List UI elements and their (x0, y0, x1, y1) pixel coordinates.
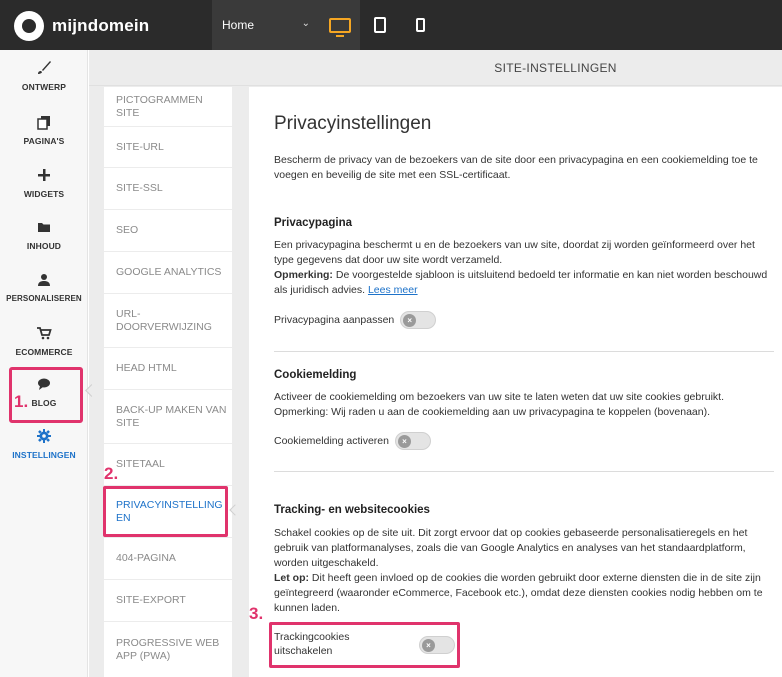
settings-menu-item[interactable]: PROGRESSIVE WEB APP (PWA) (104, 622, 232, 677)
pages-icon (0, 114, 88, 132)
plus-icon (0, 167, 88, 185)
settings-menu-item[interactable]: SITE-SSL (104, 168, 232, 210)
logo[interactable]: mijndomein (14, 11, 149, 41)
privacy-note: De voorgestelde sjabloon is uitsluitend … (274, 269, 768, 296)
user-icon (0, 272, 88, 290)
settings-title: SITE-INSTELLINGEN (494, 61, 617, 75)
tracking-cookies-toggle[interactable]: × (419, 636, 455, 654)
privacy-toggle-row: Privacypagina aanpassen × (274, 311, 437, 329)
sidebar-item-label: PERSONALISEREN (6, 294, 82, 303)
tracking-heading: Tracking- en websitecookies (274, 504, 430, 516)
settings-menu-item[interactable]: 404-PAGINA (104, 538, 232, 580)
intro-text: Bescherm de privacy van de bezoekers van… (274, 154, 758, 181)
brush-icon (0, 60, 88, 78)
tracking-note: Dit heeft geen invloed op de cookies die… (274, 572, 763, 614)
cookie-description: Activeer de cookiemelding om bezoekers v… (274, 391, 724, 403)
privacy-heading: Privacypagina (274, 217, 352, 229)
close-icon: × (403, 314, 417, 327)
close-icon: × (422, 639, 435, 652)
cookie-toggle-label: Cookiemelding activeren (274, 435, 389, 447)
cookie-note: Opmerking: Wij raden u aan de cookiemeld… (274, 406, 711, 418)
settings-menu-item[interactable]: SITE-EXPORT (104, 580, 232, 622)
desktop-view-button[interactable] (320, 0, 360, 50)
settings-menu-item[interactable]: SITE-URL (104, 127, 232, 168)
privacy-toggle-label: Privacypagina aanpassen (274, 314, 395, 326)
privacy-note-label: Opmerking: (274, 269, 333, 281)
settings-menu-item[interactable]: BACK-UP MAKEN VAN SITE (104, 390, 232, 444)
tablet-view-button[interactable] (360, 0, 400, 50)
sidebar-item-inhoud[interactable]: INHOUD (0, 211, 88, 263)
privacy-description: Een privacypagina beschermt u en de bezo… (274, 239, 755, 266)
settings-menu: PICTOGRAMMEN SITE SITE-URL SITE-SSL SEO … (104, 87, 232, 677)
settings-menu-item[interactable]: GOOGLE ANALYTICS (104, 252, 232, 294)
sidebar-item-ontwerp[interactable]: ONTWERP (0, 52, 88, 104)
cookie-heading: Cookiemelding (274, 369, 357, 381)
cookie-notice-toggle[interactable]: × (394, 432, 431, 450)
tracking-note-label: Let op: (274, 572, 309, 584)
tracking-toggle-label: Trackingcookies uitschakelen (274, 631, 350, 657)
logo-icon (14, 11, 44, 41)
read-more-link[interactable]: Lees meer (368, 284, 418, 296)
tracking-text: Schakel cookies op de site uit. Dit zorg… (274, 526, 769, 616)
page-select[interactable]: Home ⌄ (212, 0, 320, 50)
settings-menu-item[interactable]: PICTOGRAMMEN SITE (104, 87, 232, 127)
privacy-page-toggle[interactable]: × (400, 311, 437, 329)
settings-menu-item[interactable]: HEAD HTML (104, 348, 232, 390)
sidebar-item-label: INHOUD (26, 241, 62, 251)
sidebar-item-widgets[interactable]: WIDGETS (0, 159, 88, 211)
sidebar-item-label: ONTWERP (21, 82, 67, 92)
highlight-box-privacy (103, 486, 228, 537)
step-number-2: 2. (104, 464, 119, 483)
page-select-value: Home (222, 18, 255, 32)
sidebar-item-label: PAGINA'S (23, 136, 65, 146)
settings-menu-item[interactable]: URL-DOORVERWIJZING (104, 294, 232, 348)
sidebar-item-personaliseren[interactable]: PERSONALISEREN (0, 264, 88, 316)
chevron-down-icon: ⌄ (301, 18, 310, 29)
settings-menu-item[interactable]: SITETAAL (104, 444, 232, 486)
divider (274, 351, 774, 352)
page-title: Privacyinstellingen (274, 113, 432, 134)
gear-icon (0, 428, 88, 446)
sidebar-item-label: WIDGETS (23, 189, 65, 199)
tracking-description: Schakel cookies op de site uit. Dit zorg… (274, 527, 748, 569)
sidebar-item-instellingen[interactable]: INSTELLINGEN (0, 420, 88, 472)
cart-icon (0, 325, 88, 343)
step-number-1: 1. (14, 392, 29, 411)
sidebar-item-ecommerce[interactable]: ECOMMERCE (0, 317, 88, 369)
cookie-text: Activeer de cookiemelding om bezoekers v… (274, 390, 769, 420)
privacy-settings-panel: Privacyinstellingen Bescherm de privacy … (249, 87, 782, 677)
sidebar-item-label: INSTELLINGEN (12, 450, 76, 460)
top-bar: mijndomein Home ⌄ (0, 0, 782, 50)
tablet-icon (374, 17, 386, 33)
folder-icon (0, 219, 88, 237)
sidebar-item-paginas[interactable]: PAGINA'S (0, 106, 88, 158)
settings-header: SITE-INSTELLINGEN (89, 50, 782, 86)
divider (274, 471, 774, 472)
mobile-view-button[interactable] (400, 0, 440, 50)
step-number-3: 3. (249, 604, 264, 623)
sidebar-item-label: ECOMMERCE (15, 347, 73, 357)
close-icon: × (397, 435, 411, 448)
tool-sidebar: ONTWERP PAGINA'S WIDGETS INHOUD PERSONAL… (0, 50, 88, 677)
cookie-toggle-row: Cookiemelding activeren × (274, 432, 431, 450)
mobile-icon (415, 18, 425, 32)
desktop-icon (329, 17, 351, 37)
privacy-text: Een privacypagina beschermt u en de bezo… (274, 238, 769, 298)
settings-menu-item[interactable]: SEO (104, 210, 232, 252)
logo-text: mijndomein (52, 16, 150, 35)
